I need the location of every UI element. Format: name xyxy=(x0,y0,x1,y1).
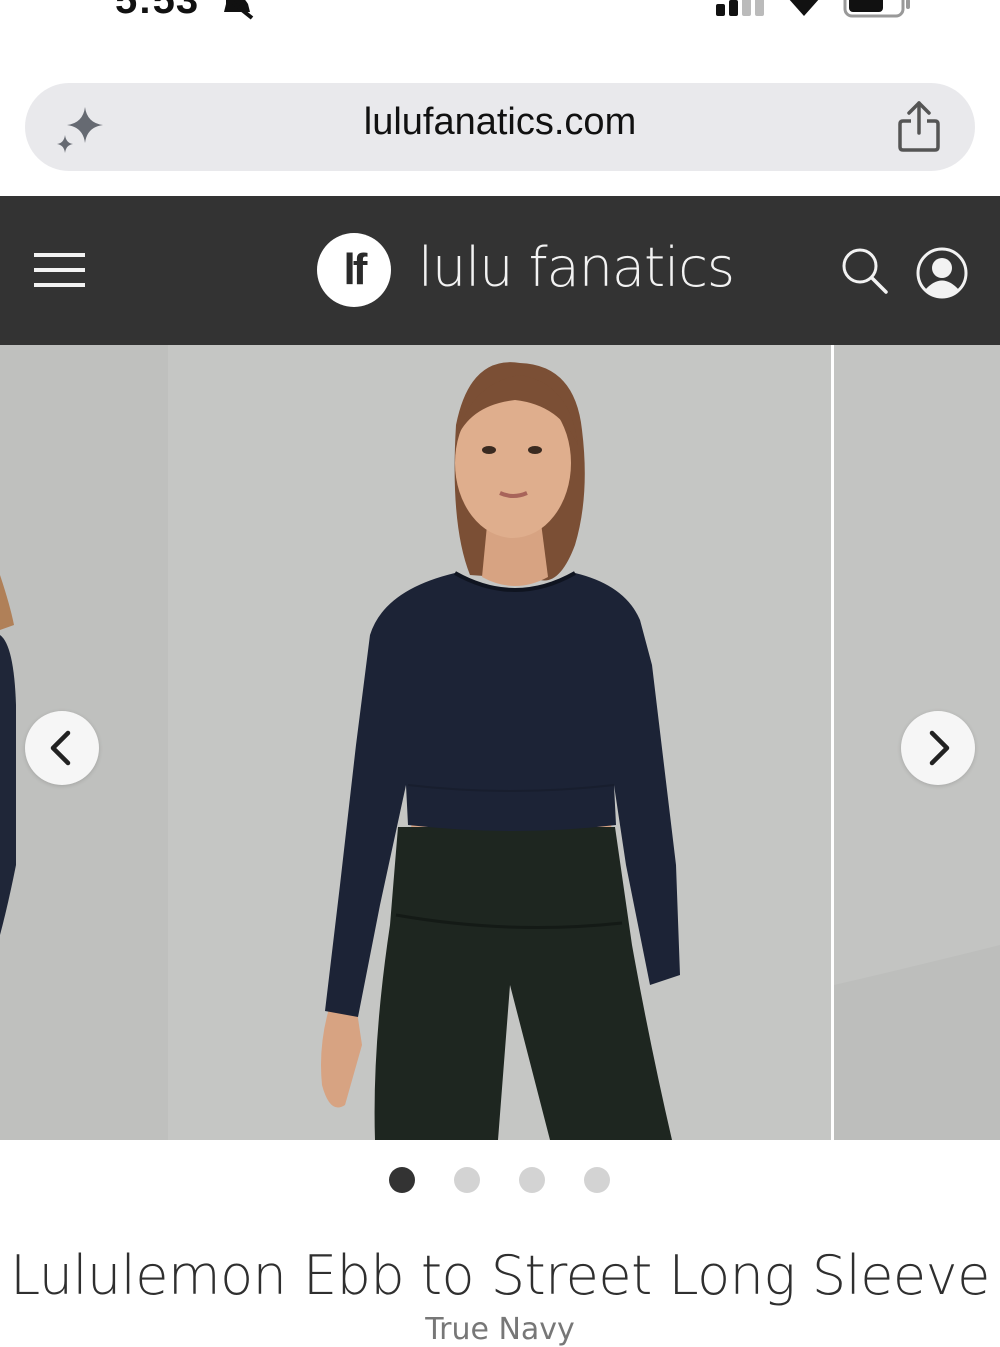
carousel-prev-button[interactable] xyxy=(25,711,99,785)
brand-name[interactable]: lulu fanatics xyxy=(418,236,735,299)
hamburger-icon[interactable] xyxy=(34,251,86,291)
carousel-dot-3[interactable] xyxy=(519,1167,545,1193)
wifi-icon xyxy=(789,0,819,16)
site-logo[interactable]: lf xyxy=(317,233,391,307)
bell-slash-icon xyxy=(224,0,254,20)
status-bar: 5:53 xyxy=(0,0,1000,40)
url-text[interactable]: lulufanatics.com xyxy=(25,101,975,144)
carousel-dots xyxy=(389,1167,619,1193)
battery-icon xyxy=(843,0,910,18)
product-title: Lululemon Ebb to Street Long Sleeve xyxy=(10,1244,990,1307)
chevron-left-icon xyxy=(50,730,71,766)
product-color-name: True Navy xyxy=(425,1312,575,1347)
search-icon[interactable] xyxy=(840,246,890,296)
carousel-dot-2[interactable] xyxy=(454,1167,480,1193)
account-icon[interactable] xyxy=(916,247,968,299)
carousel-next-button[interactable] xyxy=(901,711,975,785)
carousel-dot-4[interactable] xyxy=(584,1167,610,1193)
product-photo xyxy=(0,362,1000,1140)
share-icon[interactable] xyxy=(897,101,941,153)
signal-icon xyxy=(716,0,764,16)
address-bar[interactable]: lulufanatics.com xyxy=(25,83,975,171)
site-header: lf lulu fanatics xyxy=(0,196,1000,345)
product-image-carousel[interactable] xyxy=(0,345,1000,1140)
chevron-right-icon xyxy=(929,730,950,766)
status-time: 5:53 xyxy=(115,0,200,22)
carousel-dot-1[interactable] xyxy=(389,1167,415,1193)
